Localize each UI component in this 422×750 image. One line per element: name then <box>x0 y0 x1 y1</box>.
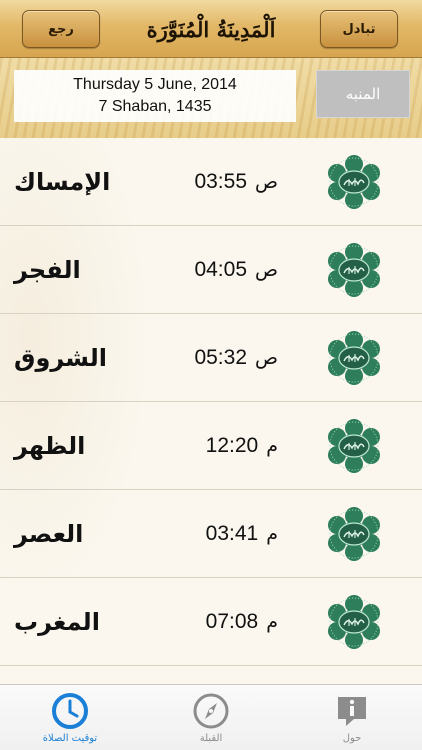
prayer-time-value: 04:05 <box>194 258 248 281</box>
gregorian-date: Thursday 5 June, 2014 <box>73 76 237 93</box>
prayer-name: الإمساك <box>14 168 111 196</box>
prayer-period: م <box>266 435 278 457</box>
prayer-time: ص 05:32 <box>168 314 278 402</box>
back-button[interactable]: رجع <box>22 10 100 48</box>
allah-medallion-icon <box>322 505 386 563</box>
prayer-name: المغرب <box>14 608 100 636</box>
allah-medallion-icon <box>322 593 386 651</box>
prayer-row-fajr[interactable]: الفجر ص 04:05 <box>0 226 422 314</box>
prayer-row-asr[interactable]: العصر م 03:41 <box>0 490 422 578</box>
prayer-period: م <box>266 611 278 633</box>
allah-medallion-icon <box>322 417 386 475</box>
prayer-row-dhuhr[interactable]: الظهر م 12:20 <box>0 402 422 490</box>
tab-label: القبلة <box>199 733 223 744</box>
prayer-time-value: 05:32 <box>194 346 248 369</box>
prayer-time: م 12:20 <box>168 402 278 490</box>
prayer-name: الشروق <box>14 344 107 372</box>
prayer-period: ص <box>255 259 278 281</box>
prayer-row-imsak[interactable]: الإمساك ص 03:55 <box>0 138 422 226</box>
info-icon <box>338 697 366 726</box>
prayer-time: م 07:08 <box>168 578 278 666</box>
prayer-time-value: 12:20 <box>205 434 259 457</box>
prayer-time: ص 04:05 <box>168 226 278 314</box>
tab-qibla[interactable]: القبلة <box>141 685 281 750</box>
prayer-period: م <box>266 523 278 545</box>
prayer-time-value: 03:55 <box>194 170 248 193</box>
prayer-time: ص 03:55 <box>168 138 278 226</box>
prayer-name: الظهر <box>14 432 86 460</box>
tab-label: حول <box>342 733 362 744</box>
prayer-period: ص <box>255 347 278 369</box>
tab-prayer-times[interactable]: توقيت الصلاة <box>0 685 140 750</box>
switch-button[interactable]: تبادل <box>320 10 398 48</box>
tab-label: توقيت الصلاة <box>42 733 98 744</box>
clock-icon <box>52 693 88 729</box>
allah-medallion-icon <box>322 241 386 299</box>
date-band: Thursday 5 June, 2014 7 Shaban, 1435 الم… <box>0 58 422 138</box>
tab-bar: توقيت الصلاة القبلة حول <box>0 684 422 750</box>
prayer-times-list: الإمساك ص 03:55 الفجر ص 04:05 الشروق ص 0… <box>0 138 422 684</box>
prayer-row-sunrise[interactable]: الشروق ص 05:32 <box>0 314 422 402</box>
allah-medallion-icon <box>322 329 386 387</box>
prayer-time-value: 03:41 <box>205 522 259 545</box>
date-box: Thursday 5 June, 2014 7 Shaban, 1435 <box>14 70 296 122</box>
alarm-button[interactable]: المنبه <box>316 70 410 118</box>
prayer-time: م 03:41 <box>168 490 278 578</box>
hijri-date: 7 Shaban, 1435 <box>98 98 212 115</box>
prayer-name: الفجر <box>14 256 81 284</box>
prayer-row-maghrib[interactable]: المغرب م 07:08 <box>0 578 422 666</box>
nav-bar: رجع اَلْمَدِينَةُ الْمُنَوَّرَة تبادل <box>0 0 422 58</box>
prayer-period: ص <box>255 171 278 193</box>
prayer-name: العصر <box>14 520 84 548</box>
compass-icon <box>193 693 229 729</box>
prayer-time-value: 07:08 <box>205 610 259 633</box>
page-title: اَلْمَدِينَةُ الْمُنَوَّرَة <box>146 16 276 42</box>
tab-about[interactable]: حول <box>282 685 422 750</box>
allah-medallion-icon <box>322 153 386 211</box>
